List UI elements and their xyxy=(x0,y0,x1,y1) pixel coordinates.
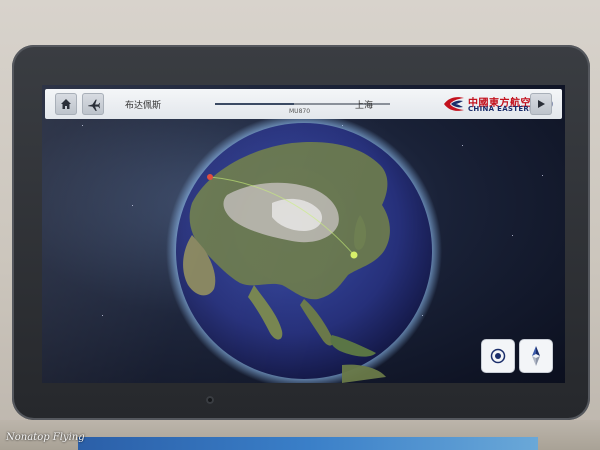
center-view-button[interactable] xyxy=(482,340,514,372)
compass-icon xyxy=(532,346,540,366)
play-icon xyxy=(538,100,545,108)
next-button[interactable] xyxy=(530,93,552,115)
china-eastern-logo-icon xyxy=(444,97,464,111)
safety-card xyxy=(78,437,538,450)
plane-icon xyxy=(87,99,100,111)
compass-button[interactable] xyxy=(520,340,552,372)
target-icon xyxy=(490,348,506,364)
globe[interactable] xyxy=(42,85,565,383)
flight-info-bar: 布达佩斯 MU870 上海 中國東方航空 CHINA EASTERN xyxy=(45,89,562,119)
flight-number: MU870 xyxy=(289,108,311,115)
map-screen[interactable] xyxy=(42,85,565,383)
watermark: Nonatop Flying xyxy=(6,432,85,443)
destination-city: 上海 xyxy=(355,101,374,111)
destination-marker[interactable] xyxy=(350,251,358,259)
home-button[interactable] xyxy=(55,93,77,115)
home-icon xyxy=(61,99,71,109)
flight-map-button[interactable] xyxy=(82,93,104,115)
airline-name-en: CHINA EASTERN xyxy=(468,105,536,113)
origin-marker[interactable] xyxy=(207,174,213,180)
camera-lens xyxy=(206,396,214,404)
flight-progress-fill xyxy=(215,103,294,105)
origin-city: 布达佩斯 xyxy=(125,101,162,111)
